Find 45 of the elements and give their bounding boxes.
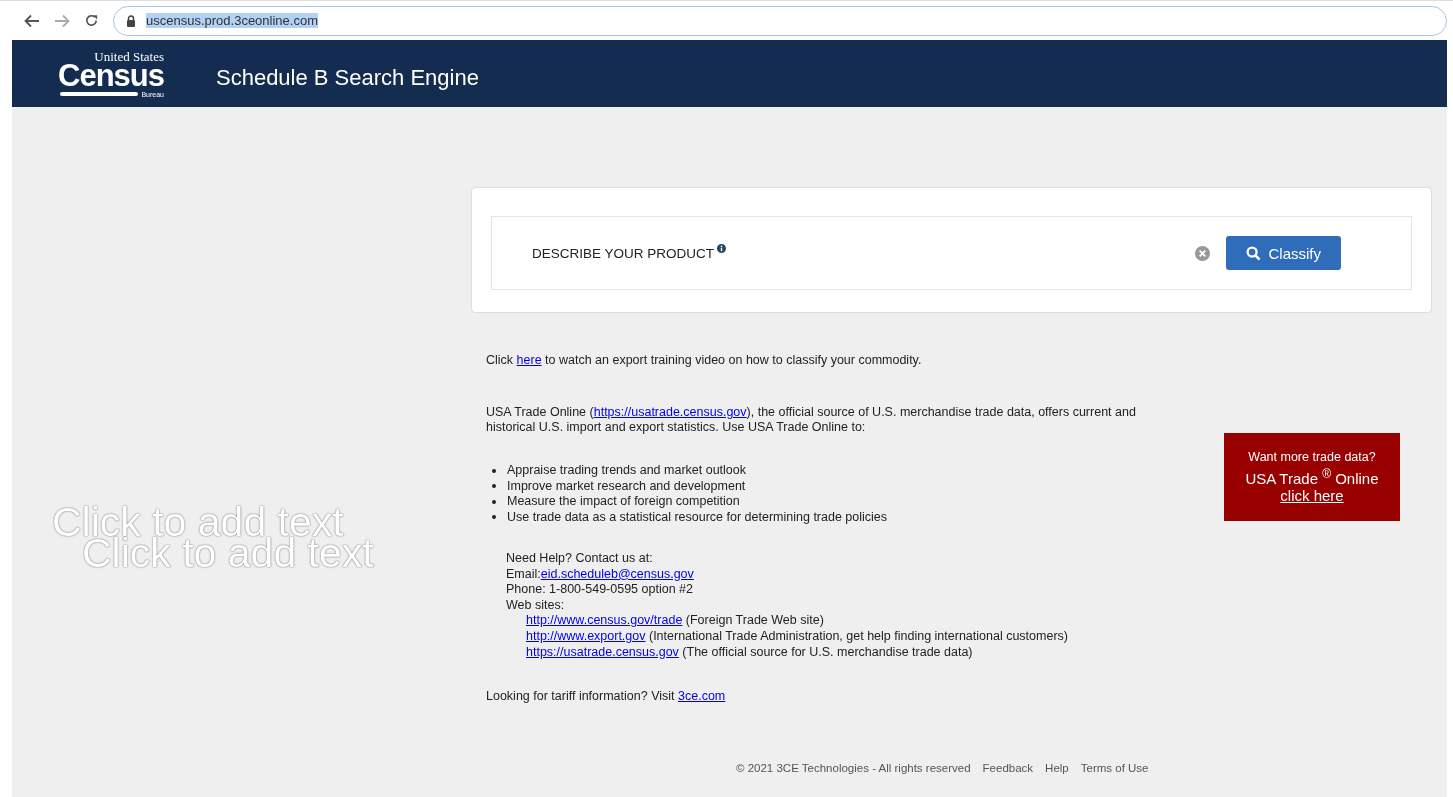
tariff-text: Looking for tariff information? Visit 3ce.com bbox=[486, 689, 727, 704]
back-icon[interactable] bbox=[24, 13, 40, 28]
website-text: http://www.export.gov (International Trade Administration, get help finding international customers) bbox=[525, 628, 1069, 645]
logo-text: United States bbox=[94, 49, 164, 63]
list-item: Appraise trading trends and market outlook bbox=[507, 463, 747, 479]
websites-label: Web sites: bbox=[506, 597, 566, 614]
page-title: Schedule B Search Engine bbox=[216, 64, 479, 91]
url-text: uscensus.prod.3ceonline.com bbox=[146, 13, 318, 28]
reload-icon[interactable] bbox=[84, 13, 99, 28]
bullet-icon bbox=[492, 499, 496, 504]
contact-heading: Need Help? Contact us at: bbox=[506, 551, 654, 567]
bullet-icon bbox=[492, 468, 496, 473]
promo-text: Want more trade data? bbox=[1248, 450, 1376, 464]
footer-link[interactable]: Terms of Use bbox=[1080, 762, 1149, 774]
info-icon[interactable] bbox=[717, 243, 727, 253]
promo-link[interactable]: click here bbox=[1280, 487, 1344, 504]
search-icon bbox=[1246, 245, 1262, 261]
email-link[interactable]: eid.scheduleb@census.gov bbox=[540, 566, 694, 581]
intro-text: Click here to watch an export training video on how to classify your commodity. bbox=[486, 353, 923, 367]
list-item: Use trade data as a statistical resource for determining trade policies bbox=[507, 509, 888, 525]
footer-link[interactable]: Help bbox=[1045, 762, 1069, 774]
copyright-text: © 2021 3CE Technologies - All rights reserved bbox=[736, 762, 971, 774]
list-item: Measure the impact of foreign competition bbox=[507, 494, 740, 510]
lock-icon bbox=[126, 14, 136, 27]
email-text: Email:eid.scheduleb@census.gov bbox=[506, 566, 695, 583]
bullet-icon bbox=[492, 484, 496, 489]
clear-icon[interactable] bbox=[1195, 245, 1211, 261]
usatrade-link[interactable]: https://usatrade.census.gov bbox=[593, 405, 747, 419]
field-label: DESCRIBE YOUR PRODUCT bbox=[532, 245, 715, 261]
website-link[interactable]: https://usatrade.census.gov bbox=[526, 644, 679, 659]
tariff-link[interactable]: 3ce.com bbox=[678, 689, 726, 704]
website-text: http://www.census.gov/trade (Foreign Trade Web site) bbox=[525, 613, 825, 629]
bullet-icon bbox=[492, 515, 496, 520]
website-link[interactable]: http://www.export.gov bbox=[526, 628, 646, 643]
footer-link[interactable]: Feedback bbox=[982, 762, 1034, 774]
website-text: https://usatrade.census.gov (The official source for U.S. merchandise trade data) bbox=[525, 644, 974, 661]
usatrade-text: USA Trade Online (https://usatrade.census.gov), the official source of U.S. merchandise trade data, offers current and historical U.S. import and export statistics. Use USA Trade Online to: bbox=[486, 405, 1136, 435]
video-link[interactable]: here bbox=[516, 353, 542, 367]
promo-banner[interactable]: Want more trade data? USA Trade $^{®}$ Online click here bbox=[1224, 433, 1400, 521]
product-field[interactable]: DESCRIBE YOUR PRODUCT Classify bbox=[491, 216, 1412, 290]
phone-text: Phone: 1-800-549-0595 option #2 bbox=[506, 582, 694, 598]
website-link[interactable]: http://www.census.gov/trade bbox=[526, 613, 683, 628]
classify-button[interactable]: Classify bbox=[1226, 236, 1341, 270]
list-item: Improve market research and development bbox=[507, 478, 746, 494]
promo-title: USA Trade $^{®}$ Online bbox=[1245, 467, 1379, 487]
